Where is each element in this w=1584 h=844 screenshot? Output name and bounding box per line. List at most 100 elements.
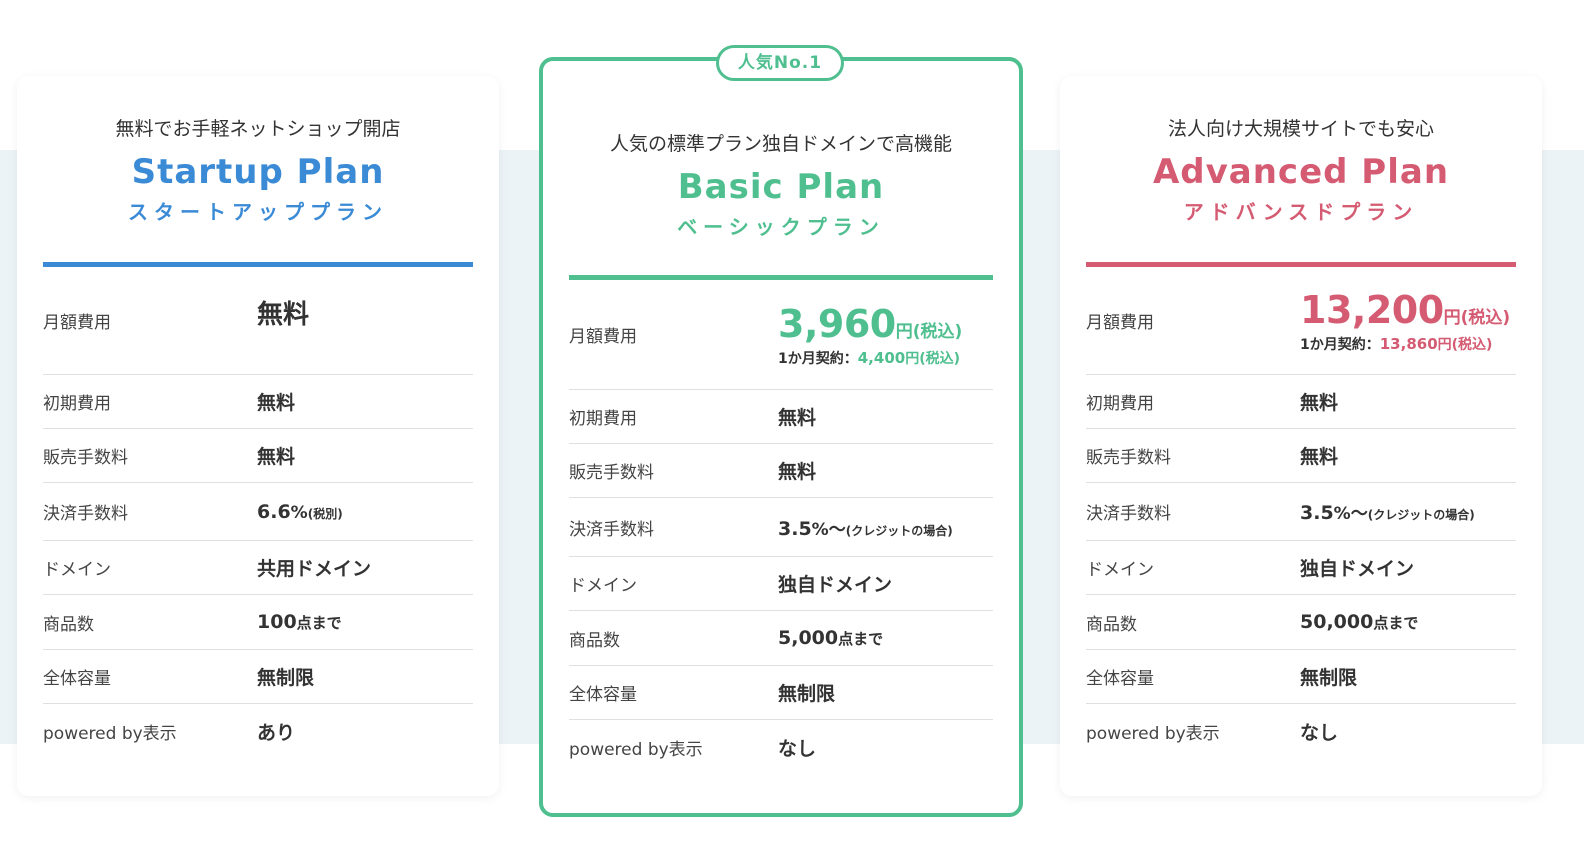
spec-row-monthly: 月額費用 13,200円(税込) 1か月契約：13,860円(税込) — [1086, 267, 1516, 375]
spec-row-powered-by: powered by表示 なし — [569, 720, 993, 774]
spec-label: 全体容量 — [569, 685, 637, 705]
spec-label: 月額費用 — [43, 313, 111, 333]
spec-label: 月額費用 — [569, 327, 637, 347]
contract-prefix: 1か月契約： — [1300, 336, 1380, 353]
price-unit: 円 — [1443, 307, 1461, 328]
products-unit: 点まで — [838, 630, 884, 648]
spec-row-monthly: 月額費用 3,960円(税込) 1か月契約：4,400円(税込) — [569, 280, 993, 390]
spec-label: 初期費用 — [1086, 394, 1154, 414]
spec-row-domain: ドメイン 独自ドメイン — [569, 557, 993, 611]
monthly-contract-price: 1か月契約：4,400円(税込) — [778, 348, 962, 368]
spec-label: 全体容量 — [1086, 669, 1154, 689]
payment-fee-number: 6.6 — [257, 500, 291, 523]
spec-value: 無制限 — [257, 667, 315, 689]
spec-row-storage: 全体容量 無制限 — [1086, 650, 1516, 704]
spec-row-monthly: 月額費用 無料 — [43, 267, 473, 375]
basic-plan-title: Basic Plan — [677, 167, 885, 207]
spec-label: 月額費用 — [1086, 313, 1154, 333]
spec-value: あり — [257, 721, 296, 744]
spec-label: 販売手数料 — [569, 463, 654, 483]
payment-fee-unit: %〜 — [811, 519, 846, 540]
payment-fee-note: (クレジットの場合) — [1367, 508, 1475, 522]
spec-label: 決済手数料 — [43, 504, 128, 524]
spec-label: 販売手数料 — [43, 448, 128, 468]
spec-row-powered-by: powered by表示 なし — [1086, 704, 1516, 758]
spec-label: 商品数 — [1086, 614, 1137, 635]
spec-value: 3.5%〜(クレジットの場合) — [778, 515, 953, 540]
contract-amount: 4,400 — [857, 348, 906, 367]
spec-row-storage: 全体容量 無制限 — [569, 666, 993, 720]
spec-label: 決済手数料 — [569, 519, 654, 540]
spec-row-initial: 初期費用 無料 — [43, 375, 473, 429]
spec-row-sales-fee: 販売手数料 無料 — [569, 444, 993, 498]
spec-row-payment-fee: 決済手数料 3.5%〜(クレジットの場合) — [569, 498, 993, 557]
spec-value: 無料 — [257, 446, 296, 468]
spec-row-domain: ドメイン 独自ドメイン — [1086, 541, 1516, 595]
advanced-plan-tagline: 法人向け大規模サイトでも安心 — [1167, 118, 1434, 140]
spec-value: 無料 — [257, 392, 296, 414]
monthly-price: 3,960円(税込) — [778, 302, 962, 346]
startup-plan-kana: スタートアッププラン — [128, 200, 388, 224]
basic-spec-table: 月額費用 3,960円(税込) 1か月契約：4,400円(税込) 初期費用 無料… — [569, 280, 993, 774]
spec-label: 販売手数料 — [1086, 448, 1171, 468]
price-amount: 13,200 — [1300, 287, 1444, 332]
spec-value: 5,000点まで — [778, 627, 883, 649]
price-unit: 円 — [895, 321, 913, 342]
startup-plan-card: 無料でお手軽ネットショップ開店 Startup Plan スタートアッププラン … — [17, 76, 499, 796]
advanced-spec-table: 月額費用 13,200円(税込) 1か月契約：13,860円(税込) 初期費用 … — [1086, 267, 1516, 758]
contract-tax: (税込) — [919, 350, 960, 367]
spec-value: 6.6%(税別) — [257, 501, 343, 523]
contract-prefix: 1か月契約： — [778, 350, 858, 367]
spec-row-storage: 全体容量 無制限 — [43, 650, 473, 704]
spec-value: 共用ドメイン — [257, 558, 372, 580]
products-number: 50,000 — [1300, 611, 1374, 633]
spec-row-sales-fee: 販売手数料 無料 — [43, 429, 473, 483]
contract-unit: 円 — [905, 350, 920, 367]
startup-plan-title: Startup Plan — [131, 152, 385, 192]
spec-value: 無料 — [778, 461, 817, 483]
spec-value: 無料 — [778, 407, 817, 429]
basic-plan-kana: ベーシックプラン — [677, 215, 885, 239]
price-tax: (税込) — [912, 321, 963, 342]
startup-plan-header: 無料でお手軽ネットショップ開店 Startup Plan スタートアッププラン — [43, 116, 473, 226]
spec-label: powered by表示 — [43, 723, 177, 744]
startup-spec-table: 月額費用 無料 初期費用 無料 販売手数料 無料 決済手数料 6.6%(税別) … — [43, 267, 473, 758]
basic-plan-card: 人気No.1 人気の標準プラン独自ドメインで高機能 Basic Plan ベーシ… — [539, 45, 1023, 817]
spec-row-initial: 初期費用 無料 — [569, 390, 993, 444]
spec-value: 無料 — [1300, 392, 1339, 414]
advanced-plan-title: Advanced Plan — [1152, 152, 1450, 192]
spec-value: 無制限 — [1300, 667, 1358, 689]
spec-label: 商品数 — [569, 630, 620, 651]
spec-value: 100点まで — [257, 611, 342, 633]
price-amount: 3,960 — [778, 301, 896, 346]
spec-row-products: 商品数 100点まで — [43, 595, 473, 650]
popular-badge: 人気No.1 — [716, 45, 844, 81]
spec-label: ドメイン — [1086, 560, 1154, 580]
advanced-plan-kana: アドバンスドプラン — [1183, 200, 1419, 224]
spec-label: 商品数 — [43, 614, 94, 635]
products-number: 100 — [257, 611, 297, 633]
spec-row-products: 商品数 5,000点まで — [569, 611, 993, 666]
spec-value: 3.5%〜(クレジットの場合) — [1300, 499, 1475, 524]
price-tax: (税込) — [1460, 307, 1511, 328]
spec-value: なし — [778, 737, 817, 760]
monthly-price: 13,200円(税込) — [1300, 288, 1510, 332]
basic-plan-tagline: 人気の標準プラン独自ドメインで高機能 — [609, 133, 952, 155]
products-number: 5,000 — [778, 627, 839, 649]
payment-fee-number: 3.5 — [1300, 502, 1334, 524]
payment-fee-note: (税別) — [307, 506, 343, 521]
monthly-price: 無料 — [257, 300, 310, 330]
spec-label: 初期費用 — [43, 394, 111, 414]
spec-label: 全体容量 — [43, 669, 111, 689]
spec-row-domain: ドメイン 共用ドメイン — [43, 541, 473, 595]
products-unit: 点まで — [296, 614, 342, 632]
payment-fee-note: (クレジットの場合) — [845, 523, 953, 538]
monthly-contract-price: 1か月契約：13,860円(税込) — [1300, 334, 1510, 354]
products-unit: 点まで — [1373, 614, 1419, 632]
contract-tax: (税込) — [1451, 336, 1493, 353]
payment-fee-number: 3.5 — [778, 517, 812, 540]
spec-label: ドメイン — [569, 576, 637, 596]
spec-label: 初期費用 — [569, 409, 637, 429]
spec-label: powered by表示 — [569, 739, 703, 760]
contract-amount: 13,860 — [1379, 334, 1438, 353]
